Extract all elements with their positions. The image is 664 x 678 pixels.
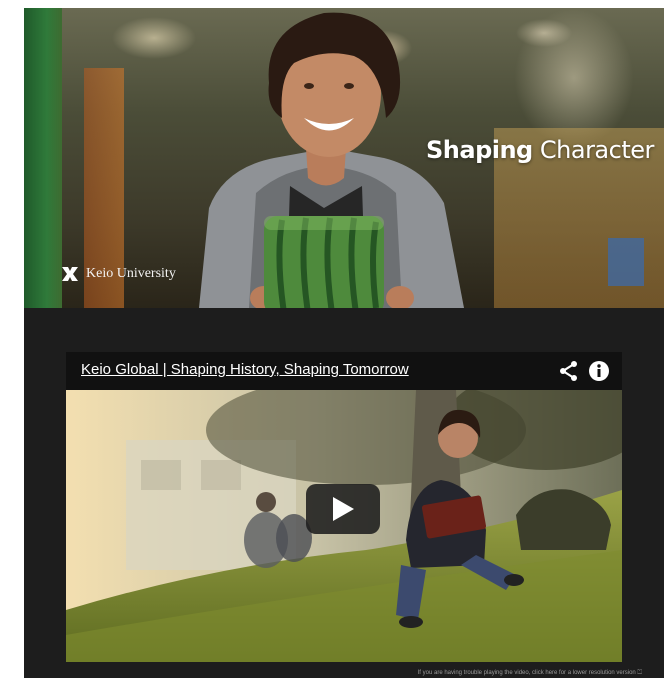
low-resolution-link[interactable]: If you are having trouble playing the vi… bbox=[418, 670, 642, 676]
hero-tagline: Shaping Character bbox=[426, 136, 654, 164]
brand: Keio University bbox=[60, 264, 176, 284]
keio-logo-icon bbox=[62, 267, 78, 281]
play-icon bbox=[333, 497, 354, 521]
info-icon[interactable] bbox=[588, 360, 610, 382]
share-icon[interactable] bbox=[558, 360, 580, 382]
video-player[interactable]: Keio Global | Shaping History, Shaping T… bbox=[66, 352, 622, 662]
tagline-light: Character bbox=[539, 136, 655, 164]
low-resolution-note[interactable]: If you are having trouble playing the vi… bbox=[24, 670, 642, 677]
hero-banner: Shaping Character Keio University bbox=[24, 8, 664, 308]
page: Shaping Character Keio University Keio G… bbox=[24, 8, 664, 678]
video-title-bar: Keio Global | Shaping History, Shaping T… bbox=[66, 352, 622, 390]
video-title-link[interactable]: Keio Global | Shaping History, Shaping T… bbox=[81, 361, 409, 378]
play-button[interactable] bbox=[306, 484, 380, 534]
tagline-bold: Shaping bbox=[426, 136, 533, 164]
brand-name: Keio University bbox=[86, 266, 176, 281]
